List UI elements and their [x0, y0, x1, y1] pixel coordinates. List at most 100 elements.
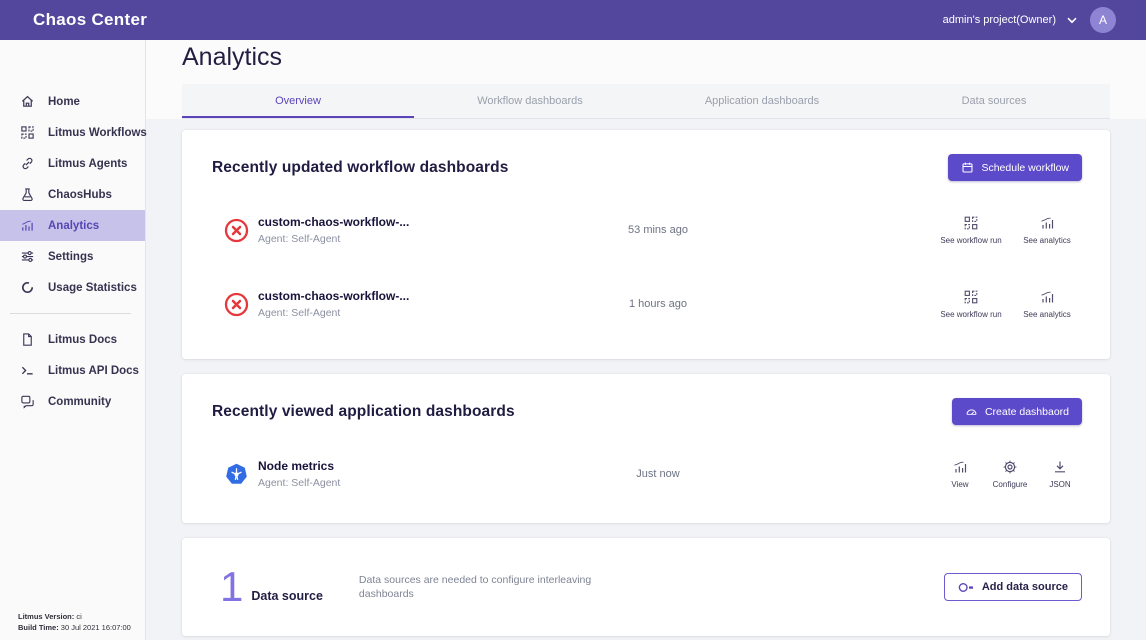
- main-content: Analytics Overview Workflow dashboards A…: [146, 40, 1146, 640]
- sidebar-item-community[interactable]: Community: [0, 386, 145, 417]
- sidebar-item-analytics[interactable]: Analytics: [0, 210, 145, 241]
- project-name: admin's project(Owner): [943, 14, 1056, 26]
- see-analytics-label: See analytics: [1023, 310, 1071, 319]
- json-download-button[interactable]: JSON: [1038, 459, 1082, 489]
- kubernetes-icon: [224, 462, 249, 487]
- sidebar-item-label: Analytics: [48, 220, 99, 232]
- sidebar-item-label: Community: [48, 396, 111, 408]
- analytics-chart-icon: [1039, 215, 1055, 231]
- workflow-card-title: Recently updated workflow dashboards: [212, 159, 508, 177]
- terminal-icon: [20, 363, 35, 378]
- tab-application-dashboards[interactable]: Application dashboards: [646, 84, 878, 118]
- analytics-chart-icon: [1039, 289, 1055, 305]
- flask-icon: [20, 187, 35, 202]
- document-icon: [20, 332, 35, 347]
- sidebar-footer: Litmus Version: ci Build Time: 30 Jul 20…: [18, 611, 131, 634]
- see-analytics-button[interactable]: See analytics: [1012, 215, 1082, 245]
- application-dashboard-row: Node metrics Agent: Self-Agent Just now …: [182, 437, 1110, 511]
- view-label: View: [951, 480, 968, 489]
- version-label: Litmus Version:: [18, 612, 74, 621]
- download-icon: [1052, 459, 1068, 475]
- see-analytics-label: See analytics: [1023, 236, 1071, 245]
- data-source-count: 1: [220, 568, 243, 606]
- sidebar-item-label: ChaosHubs: [48, 189, 112, 201]
- page-title: Analytics: [182, 42, 1110, 72]
- configure-dashboard-button[interactable]: Configure: [988, 459, 1032, 489]
- settings-icon: [20, 249, 35, 264]
- workflow-run-icon: [963, 289, 979, 305]
- sidebar-item-label: Litmus Docs: [48, 334, 117, 346]
- sidebar-item-litmus-agents[interactable]: Litmus Agents: [0, 148, 145, 179]
- version-value: ci: [74, 612, 82, 621]
- top-bar: Chaos Center admin's project(Owner) A: [0, 0, 1146, 40]
- sidebar-item-label: Litmus Workflows: [48, 127, 147, 139]
- sidebar-item-litmus-api-docs[interactable]: Litmus API Docs: [0, 355, 145, 386]
- chevron-down-icon: [1067, 17, 1077, 24]
- workflow-run-icon: [963, 215, 979, 231]
- application-card-title: Recently viewed application dashboards: [212, 403, 515, 421]
- build-time-value: 30 Jul 2021 16:07:00: [59, 623, 131, 632]
- data-source-icon: [958, 581, 974, 594]
- configure-label: Configure: [993, 480, 1028, 489]
- create-dashboard-button[interactable]: Create dashbaord: [952, 398, 1082, 425]
- build-time-label: Build Time:: [18, 623, 59, 632]
- workflow-updated-time: 53 mins ago: [558, 224, 758, 236]
- dashboard-name: Node metrics: [258, 459, 558, 473]
- add-data-source-button[interactable]: Add data source: [944, 573, 1082, 601]
- data-source-count-label: Data source: [251, 589, 323, 606]
- dashboard-viewed-time: Just now: [558, 468, 758, 480]
- tab-bar: Overview Workflow dashboards Application…: [182, 84, 1110, 119]
- workflow-row: custom-chaos-workflow-... Agent: Self-Ag…: [182, 267, 1110, 341]
- see-workflow-run-button[interactable]: See workflow run: [936, 289, 1006, 319]
- community-icon: [20, 394, 35, 409]
- workflow-row: custom-chaos-workflow-... Agent: Self-Ag…: [182, 193, 1110, 267]
- app-title: Chaos Center: [33, 10, 147, 30]
- avatar[interactable]: A: [1090, 7, 1116, 33]
- data-source-description: Data sources are needed to configure int…: [359, 573, 604, 601]
- usage-icon: [20, 280, 35, 295]
- see-analytics-button[interactable]: See analytics: [1012, 289, 1082, 319]
- tab-data-sources[interactable]: Data sources: [878, 84, 1110, 118]
- analytics-icon: [20, 218, 35, 233]
- sidebar-item-label: Settings: [48, 251, 93, 263]
- sidebar-item-litmus-docs[interactable]: Litmus Docs: [0, 324, 145, 355]
- sidebar-item-home[interactable]: Home: [0, 86, 145, 117]
- gear-icon: [1002, 459, 1018, 475]
- see-workflow-run-label: See workflow run: [940, 310, 1001, 319]
- sidebar-item-label: Litmus Agents: [48, 158, 127, 170]
- home-icon: [20, 94, 35, 109]
- view-dashboard-button[interactable]: View: [938, 459, 982, 489]
- add-data-source-label: Add data source: [982, 581, 1068, 593]
- json-label: JSON: [1049, 480, 1070, 489]
- tab-workflow-dashboards[interactable]: Workflow dashboards: [414, 84, 646, 118]
- sidebar-item-label: Usage Statistics: [48, 282, 137, 294]
- application-dashboards-card: Recently viewed application dashboards C…: [182, 374, 1110, 523]
- sidebar-item-label: Home: [48, 96, 80, 108]
- schedule-workflow-button[interactable]: Schedule workflow: [948, 154, 1082, 181]
- failed-status-icon: [224, 292, 249, 317]
- create-dashboard-label: Create dashbaord: [985, 406, 1069, 418]
- agents-icon: [20, 156, 35, 171]
- workflow-name: custom-chaos-workflow-...: [258, 215, 558, 229]
- see-workflow-run-label: See workflow run: [940, 236, 1001, 245]
- workflow-updated-time: 1 hours ago: [558, 298, 758, 310]
- schedule-workflow-label: Schedule workflow: [981, 162, 1069, 174]
- tab-overview[interactable]: Overview: [182, 84, 414, 118]
- sidebar-item-litmus-workflows[interactable]: Litmus Workflows: [0, 117, 145, 148]
- workflows-icon: [20, 125, 35, 140]
- failed-status-icon: [224, 218, 249, 243]
- sidebar-item-usage-statistics[interactable]: Usage Statistics: [0, 272, 145, 303]
- workflow-name: custom-chaos-workflow-...: [258, 289, 558, 303]
- data-source-card: 1 Data source Data sources are needed to…: [182, 538, 1110, 636]
- workflow-dashboards-card: Recently updated workflow dashboards Sch…: [182, 130, 1110, 359]
- sidebar-item-label: Litmus API Docs: [48, 365, 139, 377]
- sidebar-item-chaoshubs[interactable]: ChaosHubs: [0, 179, 145, 210]
- sidebar-divider: [10, 313, 131, 314]
- workflow-agent: Agent: Self-Agent: [258, 307, 558, 319]
- see-workflow-run-button[interactable]: See workflow run: [936, 215, 1006, 245]
- dashboard-agent: Agent: Self-Agent: [258, 477, 558, 489]
- dashboard-gauge-icon: [965, 405, 978, 418]
- project-selector-dropdown[interactable]: admin's project(Owner): [943, 14, 1077, 26]
- sidebar: Home Litmus Workflows Litmus Agents Chao…: [0, 40, 146, 640]
- sidebar-item-settings[interactable]: Settings: [0, 241, 145, 272]
